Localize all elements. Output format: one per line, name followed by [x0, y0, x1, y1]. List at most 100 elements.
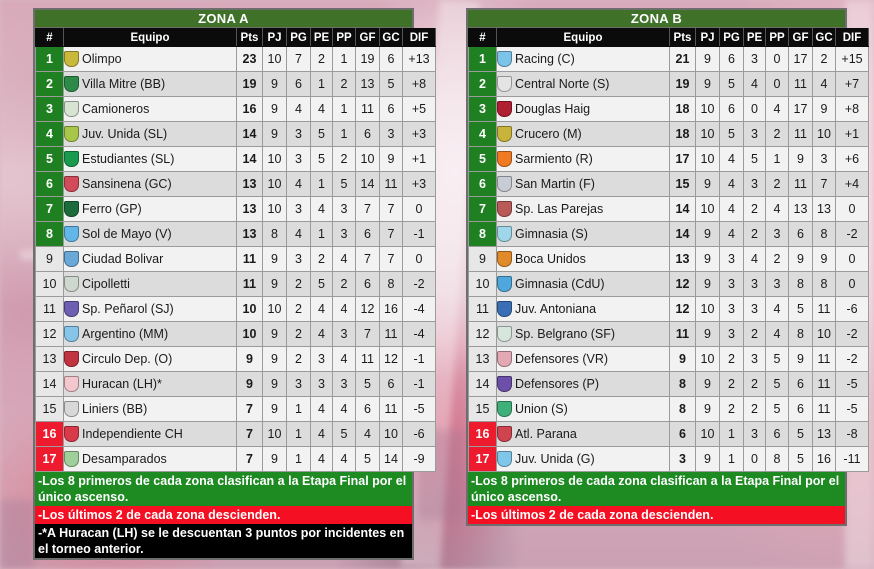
row-played: 9 [262, 321, 287, 347]
row-team-cell[interactable]: Boca Unidos [496, 246, 670, 272]
table-row[interactable]: 3 Camioneros 16 9 4 4 1 11 6 +5 [35, 96, 436, 122]
row-team-cell[interactable]: Juv. Unida (G) [496, 446, 670, 472]
col-header-pj[interactable]: PJ [262, 28, 287, 47]
table-row[interactable]: 7 Sp. Las Parejas 14 10 4 2 4 13 13 0 [468, 196, 869, 222]
table-row[interactable]: 15 Union (S) 8 9 2 2 5 6 11 -5 [468, 396, 869, 422]
table-row[interactable]: 13 Defensores (VR) 9 10 2 3 5 9 11 -2 [468, 346, 869, 372]
table-row[interactable]: 11 Sp. Peñarol (SJ) 10 10 2 4 4 12 16 -4 [35, 296, 436, 322]
col-header-team[interactable]: Equipo [496, 28, 670, 47]
table-row[interactable]: 2 Central Norte (S) 19 9 5 4 0 11 4 +7 [468, 71, 869, 97]
row-team-cell[interactable]: Defensores (P) [496, 371, 670, 397]
table-row[interactable]: 4 Crucero (M) 18 10 5 3 2 11 10 +1 [468, 121, 869, 147]
col-header-pg[interactable]: PG [286, 28, 311, 47]
table-row[interactable]: 10 Gimnasia (CdU) 12 9 3 3 3 8 8 0 [468, 271, 869, 297]
table-row[interactable]: 14 Huracan (LH)* 9 9 3 3 3 5 6 -1 [35, 371, 436, 397]
col-header-team[interactable]: Equipo [63, 28, 237, 47]
table-row[interactable]: 14 Defensores (P) 8 9 2 2 5 6 11 -5 [468, 371, 869, 397]
col-header-dif[interactable]: DIF [835, 28, 869, 47]
row-team-cell[interactable]: Argentino (MM) [63, 321, 237, 347]
table-row[interactable]: 12 Sp. Belgrano (SF) 11 9 3 2 4 8 10 -2 [468, 321, 869, 347]
row-team-cell[interactable]: Sp. Peñarol (SJ) [63, 296, 237, 322]
row-team-cell[interactable]: Racing (C) [496, 46, 670, 72]
col-header-gc[interactable]: GC [379, 28, 403, 47]
team-name-label: Gimnasia (CdU) [515, 276, 605, 291]
row-team-cell[interactable]: Huracan (LH)* [63, 371, 237, 397]
zone-b-panel: ZONA B # Equipo Pts PJ PG PE PP GF GC DI… [466, 8, 869, 526]
row-team-cell[interactable]: Crucero (M) [496, 121, 670, 147]
row-team-cell[interactable]: Douglas Haig [496, 96, 670, 122]
col-header-dif[interactable]: DIF [402, 28, 436, 47]
col-header-pg[interactable]: PG [719, 28, 744, 47]
table-row[interactable]: 9 Boca Unidos 13 9 3 4 2 9 9 0 [468, 246, 869, 272]
row-team-cell[interactable]: Gimnasia (S) [496, 221, 670, 247]
table-row[interactable]: 17 Juv. Unida (G) 3 9 1 0 8 5 16 -11 [468, 446, 869, 472]
row-team-cell[interactable]: Atl. Parana [496, 421, 670, 447]
row-team-cell[interactable]: Defensores (VR) [496, 346, 670, 372]
row-goals-for: 11 [788, 71, 813, 97]
table-row[interactable]: 17 Desamparados 7 9 1 4 4 5 14 -9 [35, 446, 436, 472]
row-played: 9 [262, 246, 287, 272]
row-team-cell[interactable]: Independiente CH [63, 421, 237, 447]
table-row[interactable]: 8 Gimnasia (S) 14 9 4 2 3 6 8 -2 [468, 221, 869, 247]
table-row[interactable]: 15 Liniers (BB) 7 9 1 4 4 6 11 -5 [35, 396, 436, 422]
table-row[interactable]: 9 Ciudad Bolivar 11 9 3 2 4 7 7 0 [35, 246, 436, 272]
row-team-cell[interactable]: Villa Mitre (BB) [63, 71, 237, 97]
table-row[interactable]: 11 Juv. Antoniana 12 10 3 3 4 5 11 -6 [468, 296, 869, 322]
row-team-cell[interactable]: Circulo Dep. (O) [63, 346, 237, 372]
row-team-cell[interactable]: Ferro (GP) [63, 196, 237, 222]
row-team-cell[interactable]: Sarmiento (R) [496, 146, 670, 172]
row-position: 13 [468, 346, 497, 372]
table-row[interactable]: 3 Douglas Haig 18 10 6 0 4 17 9 +8 [468, 96, 869, 122]
row-team-cell[interactable]: Olimpo [63, 46, 237, 72]
col-header-pos[interactable]: # [35, 28, 64, 47]
col-header-pe[interactable]: PE [310, 28, 333, 47]
row-team-cell[interactable]: Juv. Unida (SL) [63, 121, 237, 147]
table-row[interactable]: 5 Sarmiento (R) 17 10 4 5 1 9 3 +6 [468, 146, 869, 172]
row-team-cell[interactable]: Sol de Mayo (V) [63, 221, 237, 247]
table-row[interactable]: 7 Ferro (GP) 13 10 3 4 3 7 7 0 [35, 196, 436, 222]
row-team-cell[interactable]: Cipolletti [63, 271, 237, 297]
row-position: 13 [35, 346, 64, 372]
col-header-gf[interactable]: GF [788, 28, 813, 47]
col-header-gf[interactable]: GF [355, 28, 380, 47]
team-name-label: Sp. Peñarol (SJ) [82, 301, 174, 316]
col-header-pos[interactable]: # [468, 28, 497, 47]
col-header-pts[interactable]: Pts [669, 28, 696, 47]
row-team-cell[interactable]: Camioneros [63, 96, 237, 122]
table-row[interactable]: 16 Atl. Parana 6 10 1 3 6 5 13 -8 [468, 421, 869, 447]
table-row[interactable]: 1 Olimpo 23 10 7 2 1 19 6 +13 [35, 46, 436, 72]
row-team-cell[interactable]: Juv. Antoniana [496, 296, 670, 322]
row-team-cell[interactable]: Ciudad Bolivar [63, 246, 237, 272]
col-header-pe[interactable]: PE [743, 28, 766, 47]
table-row[interactable]: 16 Independiente CH 7 10 1 4 5 4 10 -6 [35, 421, 436, 447]
row-team-cell[interactable]: Desamparados [63, 446, 237, 472]
row-team-cell[interactable]: Union (S) [496, 396, 670, 422]
col-header-pj[interactable]: PJ [695, 28, 720, 47]
row-team-cell[interactable]: Gimnasia (CdU) [496, 271, 670, 297]
table-row[interactable]: 6 San Martin (F) 15 9 4 3 2 11 7 +4 [468, 171, 869, 197]
row-position: 12 [35, 321, 64, 347]
table-row[interactable]: 2 Villa Mitre (BB) 19 9 6 1 2 13 5 +8 [35, 71, 436, 97]
row-team-cell[interactable]: Sp. Las Parejas [496, 196, 670, 222]
row-drawn: 4 [310, 421, 333, 447]
row-team-cell[interactable]: Central Norte (S) [496, 71, 670, 97]
col-header-pp[interactable]: PP [332, 28, 356, 47]
table-row[interactable]: 5 Estudiantes (SL) 14 10 3 5 2 10 9 +1 [35, 146, 436, 172]
table-row[interactable]: 4 Juv. Unida (SL) 14 9 3 5 1 6 3 +3 [35, 121, 436, 147]
table-row[interactable]: 10 Cipolletti 11 9 2 5 2 6 8 -2 [35, 271, 436, 297]
row-team-cell[interactable]: Sansinena (GC) [63, 171, 237, 197]
row-goal-diff: -2 [835, 346, 869, 372]
row-team-cell[interactable]: Sp. Belgrano (SF) [496, 321, 670, 347]
table-row[interactable]: 1 Racing (C) 21 9 6 3 0 17 2 +15 [468, 46, 869, 72]
row-goals-for: 8 [788, 321, 813, 347]
row-team-cell[interactable]: Liniers (BB) [63, 396, 237, 422]
col-header-pp[interactable]: PP [765, 28, 789, 47]
row-team-cell[interactable]: Estudiantes (SL) [63, 146, 237, 172]
table-row[interactable]: 8 Sol de Mayo (V) 13 8 4 1 3 6 7 -1 [35, 221, 436, 247]
table-row[interactable]: 13 Circulo Dep. (O) 9 9 2 3 4 11 12 -1 [35, 346, 436, 372]
table-row[interactable]: 12 Argentino (MM) 10 9 2 4 3 7 11 -4 [35, 321, 436, 347]
col-header-gc[interactable]: GC [812, 28, 836, 47]
row-team-cell[interactable]: San Martin (F) [496, 171, 670, 197]
table-row[interactable]: 6 Sansinena (GC) 13 10 4 1 5 14 11 +3 [35, 171, 436, 197]
col-header-pts[interactable]: Pts [236, 28, 263, 47]
